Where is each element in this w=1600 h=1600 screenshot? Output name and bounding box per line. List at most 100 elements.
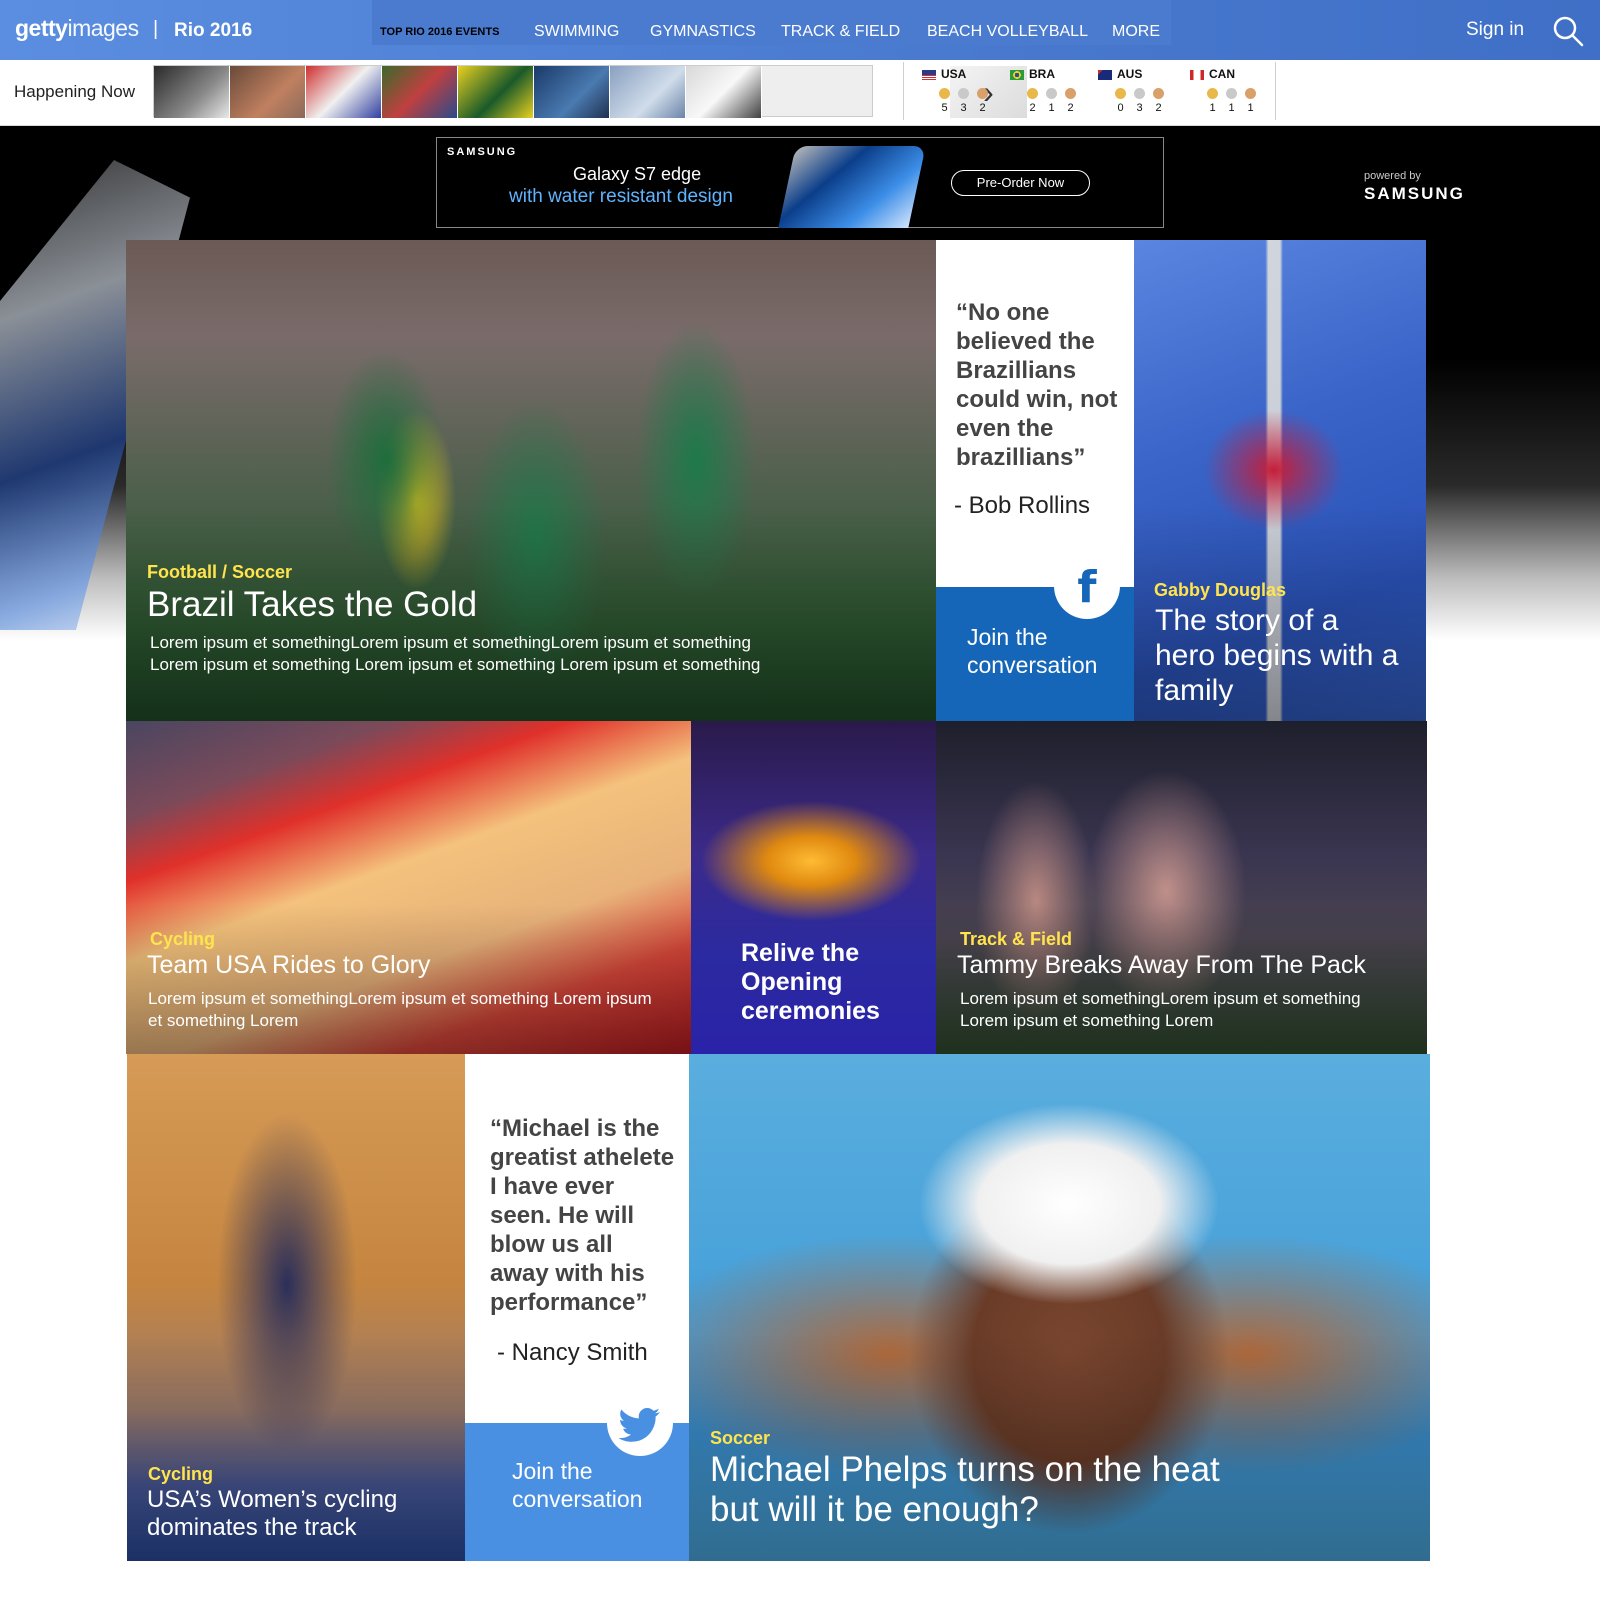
facebook-icon[interactable]: f: [1054, 553, 1120, 619]
medal-counts: 1 1 1: [1209, 102, 1254, 114]
flag-usa-icon: [922, 70, 936, 80]
bronze-count: 2: [1155, 102, 1162, 114]
story-headline: The story of a hero begins with a family: [1155, 604, 1399, 707]
gold-medal-icon: [1207, 88, 1218, 99]
flag-brazil-icon: [1010, 70, 1024, 80]
silver-medal-icon: [958, 88, 969, 99]
bronze-medal-icon: [1245, 88, 1256, 99]
happening-now-carousel: ›: [153, 65, 1027, 118]
silver-medal-icon: [1134, 88, 1145, 99]
header-divider: |: [153, 18, 159, 40]
events-nav: TOP RIO 2016 EVENTS SWIMMING GYMNASTICS …: [372, 0, 1171, 45]
medal-country-aus[interactable]: AUS 0 3 2: [1090, 64, 1170, 118]
join-conversation-label: Join the conversation: [967, 624, 1098, 678]
gettyimages-logo[interactable]: gettyimages: [15, 15, 139, 42]
medal-dots: [1027, 88, 1076, 99]
story-tile-opening-ceremonies[interactable]: Relive the Opening ceremonies: [691, 721, 936, 1054]
flag-australia-icon: [1098, 70, 1112, 80]
story-tile-team-usa-cycling[interactable]: Cycling Team USA Rides to Glory Lorem ip…: [126, 721, 691, 1054]
quote-author: - Nancy Smith: [497, 1339, 648, 1366]
flag-canada-icon: [1190, 70, 1204, 80]
facebook-join-conversation[interactable]: f Join the conversation: [936, 553, 1134, 721]
pre-order-button[interactable]: Pre-Order Now: [951, 170, 1090, 196]
story-category: Cycling: [150, 929, 216, 949]
medal-dots: [1207, 88, 1256, 99]
story-tile-gabby-douglas[interactable]: Gabby Douglas The story of a hero begins…: [1134, 240, 1426, 721]
story-tile-tammy-track[interactable]: Track & Field Tammy Breaks Away From The…: [936, 721, 1427, 1054]
story-headline: Tammy Breaks Away From The Pack: [957, 951, 1366, 979]
carousel-thumb-soccer-dive[interactable]: [458, 66, 534, 118]
happening-now-strip: Happening Now › USA 5 3 2 BRA 2 1 2 AUS …: [0, 60, 1600, 126]
gold-count: 5: [941, 102, 948, 114]
bronze-count: 1: [1247, 102, 1254, 114]
silver-count: 3: [960, 102, 967, 114]
silver-count: 1: [1228, 102, 1235, 114]
story-category: Gabby Douglas: [1154, 580, 1287, 600]
bronze-medal-icon: [1153, 88, 1164, 99]
medal-country-can[interactable]: CAN 1 1 1: [1182, 64, 1262, 118]
bronze-medal-icon: [1065, 88, 1076, 99]
silver-count: 1: [1048, 102, 1055, 114]
nav-more[interactable]: MORE: [1112, 23, 1160, 41]
powered-by-label: powered by: [1364, 170, 1421, 182]
medal-country-usa[interactable]: USA 5 3 2: [914, 64, 994, 118]
twitter-icon[interactable]: [607, 1390, 673, 1456]
carousel-thumb-flag[interactable]: [306, 66, 382, 118]
story-headline: Relive the Opening ceremonies: [741, 939, 880, 1025]
nav-track-field[interactable]: TRACK & FIELD: [781, 23, 900, 41]
carousel-thumb-swimmer[interactable]: [230, 66, 306, 118]
country-code: AUS: [1117, 67, 1143, 81]
silver-medal-icon: [1046, 88, 1057, 99]
carousel-thumb-rowing[interactable]: [610, 66, 686, 118]
nav-gymnastics[interactable]: GYMNASTICS: [650, 23, 756, 41]
twitter-join-conversation[interactable]: Join the conversation: [465, 1390, 689, 1561]
story-tile-brazil-gold[interactable]: Football / Soccer Brazil Takes the Gold …: [126, 240, 936, 721]
medal-table: USA 5 3 2 BRA 2 1 2 AUS 0 3 2 CAN 1 1 1: [903, 62, 1276, 120]
gold-medal-icon: [1027, 88, 1038, 99]
section-title[interactable]: Rio 2016: [174, 20, 252, 42]
story-category: Football / Soccer: [147, 562, 293, 582]
nav-beach-volleyball[interactable]: BEACH VOLLEYBALL: [927, 23, 1088, 41]
story-category: Track & Field: [960, 929, 1073, 949]
carousel-thumb-fencing[interactable]: [154, 66, 230, 118]
story-headline: Brazil Takes the Gold: [147, 585, 478, 624]
medal-dots: [1115, 88, 1164, 99]
story-headline: Michael Phelps turns on the heat but wil…: [710, 1450, 1220, 1529]
samsung-banner-ad[interactable]: SAMSUNG Galaxy S7 edge with water resist…: [436, 137, 1164, 228]
silver-count: 3: [1136, 102, 1143, 114]
logo-bold-text: getty: [15, 15, 68, 41]
medal-counts: 0 3 2: [1117, 102, 1162, 114]
carousel-thumb-sailing[interactable]: [534, 66, 610, 118]
carousel-thumb-football[interactable]: [382, 66, 458, 118]
medal-dots: [939, 88, 988, 99]
story-summary: Lorem ipsum et somethingLorem ipsum et s…: [148, 989, 652, 1030]
nav-swimming[interactable]: SWIMMING: [534, 23, 619, 41]
ad-brand-logo: SAMSUNG: [447, 146, 518, 158]
bronze-medal-icon: [977, 88, 988, 99]
gold-count: 1: [1209, 102, 1216, 114]
nav-top-events[interactable]: TOP RIO 2016 EVENTS: [380, 26, 499, 38]
silver-medal-icon: [1226, 88, 1237, 99]
logo-light-text: images: [67, 15, 139, 41]
sign-in-link[interactable]: Sign in: [1466, 19, 1524, 41]
medal-country-bra[interactable]: BRA 2 1 2: [1002, 64, 1082, 118]
story-tile-michael-phelps[interactable]: Soccer Michael Phelps turns on the heat …: [689, 1054, 1430, 1561]
twitter-bird-icon: [618, 1408, 660, 1442]
ad-headline: Galaxy S7 edge: [573, 164, 702, 184]
country-code: BRA: [1029, 67, 1055, 81]
carousel-thumb-olimpica[interactable]: [686, 66, 762, 118]
story-category: Soccer: [710, 1428, 771, 1448]
gold-medal-icon: [1115, 88, 1126, 99]
quote-tile-nancy-smith: “Michael is the greatist athelete I have…: [465, 1054, 689, 1423]
story-category: Cycling: [148, 1464, 214, 1484]
story-tile-womens-cycling[interactable]: Cycling USA’s Women’s cycling dominates …: [127, 1054, 465, 1561]
quote-tile-bob-rollins: “No one believed the Brazillians could w…: [936, 240, 1134, 587]
gold-medal-icon: [939, 88, 950, 99]
top-nav-bar: gettyimages | Rio 2016 TOP RIO 2016 EVEN…: [0, 0, 1600, 60]
powered-by-samsung-logo[interactable]: SAMSUNG: [1364, 184, 1465, 204]
medal-counts: 5 3 2: [941, 102, 986, 114]
quote-text: “No one believed the Brazillians could w…: [956, 299, 1118, 471]
bronze-count: 2: [979, 102, 986, 114]
search-icon[interactable]: [1552, 15, 1584, 47]
country-code: USA: [941, 67, 967, 81]
